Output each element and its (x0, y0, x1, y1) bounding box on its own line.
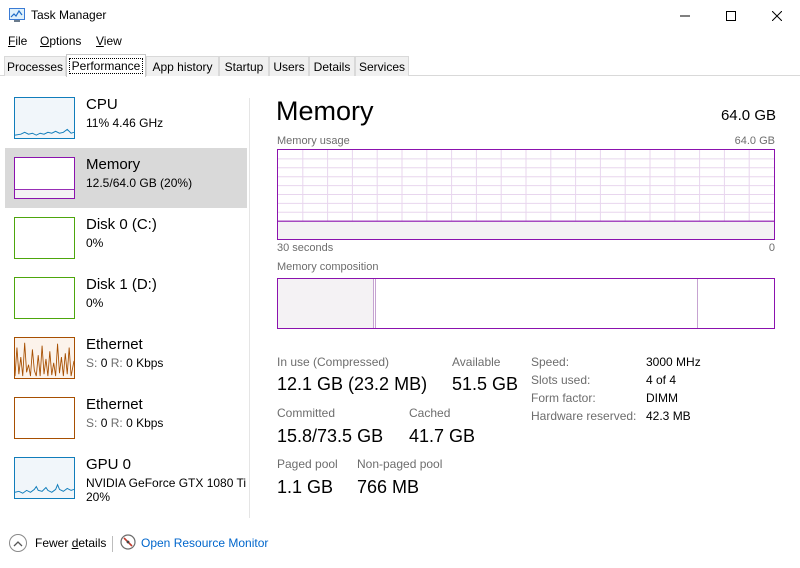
memory-usage-svg (278, 150, 774, 239)
sidebar-item-sub: NVIDIA GeForce GTX 1080 Ti (86, 476, 247, 490)
in-use-value: 12.1 GB (23.2 MB) (277, 374, 428, 394)
window-title: Task Manager (31, 8, 107, 22)
usage-fill (278, 221, 774, 239)
sidebar-item-sub: 12.5/64.0 GB (20%) (86, 176, 193, 190)
fewer-details-toggle[interactable] (9, 534, 27, 552)
tab-performance[interactable]: Performance (66, 54, 146, 77)
spec-hw-reserved-label: Hardware reserved: (531, 409, 637, 423)
close-button[interactable] (754, 0, 800, 31)
ethernet2-thumbnail-graph (14, 397, 75, 439)
sidebar-item-name: CPU (86, 96, 118, 113)
sidebar-item-sub: S: 0 R: 0 Kbps (86, 416, 164, 430)
gpu0-thumbnail-graph (14, 457, 75, 499)
footer: Fewer details Open Resource Monitor (0, 528, 800, 560)
minimize-button[interactable] (662, 0, 708, 31)
memory-usage-label: Memory usage (277, 135, 350, 147)
sidebar-item-sub: 0% (86, 236, 104, 250)
chevron-up-icon (13, 540, 23, 546)
sidebar-item-name: Ethernet (86, 396, 143, 413)
sidebar-item-name: Memory (86, 156, 141, 173)
minimize-icon (680, 15, 690, 16)
fewer-details-button[interactable]: Fewer details (35, 536, 106, 550)
sidebar-item-name: Ethernet (86, 336, 143, 353)
time-axis-right: 0 (768, 242, 775, 254)
memory-thumbnail-graph (14, 157, 75, 199)
cpu-thumbnail-graph (14, 97, 75, 139)
in-use-label: In use (Compressed) (277, 355, 390, 369)
sidebar-item-sub: 0% (86, 296, 104, 310)
sidebar-item-sub2: 20% (86, 490, 111, 504)
spec-slots-value: 4 of 4 (646, 373, 677, 387)
non-paged-pool-value: 766 MB (357, 477, 420, 497)
ethernet1-thumbnail-graph (14, 337, 75, 379)
spec-hw-reserved-value: 42.3 MB (646, 409, 691, 423)
memory-usage-graph (277, 149, 775, 240)
menu-file[interactable]: File (8, 34, 27, 48)
sidebar-item-disk0[interactable]: Disk 0 (C:) 0% (5, 208, 247, 268)
committed-value: 15.8/73.5 GB (277, 426, 384, 446)
cached-value: 41.7 GB (409, 426, 476, 446)
memory-total: 64.0 GB (720, 107, 776, 124)
disk0-thumbnail-graph (14, 217, 75, 259)
spec-speed-label: Speed: (531, 355, 570, 369)
paged-pool-value: 1.1 GB (277, 477, 334, 497)
memory-usage-max: 64.0 GB (734, 135, 775, 147)
memory-composition-label: Memory composition (277, 261, 379, 273)
tab-users[interactable]: Users (269, 56, 309, 76)
committed-label: Committed (277, 406, 336, 420)
tab-app-history[interactable]: App history (146, 56, 219, 76)
tab-bar: Processes Performance App history Startu… (0, 52, 800, 77)
cached-label: Cached (409, 406, 451, 420)
available-label: Available (452, 355, 501, 369)
composition-in-use (278, 279, 374, 328)
menu-options[interactable]: Options (40, 34, 81, 48)
maximize-button[interactable] (708, 0, 754, 31)
tab-startup[interactable]: Startup (219, 56, 269, 76)
close-icon (772, 10, 782, 21)
composition-standby-end (697, 279, 698, 328)
sidebar-item-sub: 11% 4.46 GHz (86, 116, 164, 130)
non-paged-pool-label: Non-paged pool (357, 457, 443, 471)
menu-bar: File Options View (0, 31, 800, 51)
memory-panel: Memory 64.0 GB Memory usage 64.0 GB 30 s… (276, 88, 776, 518)
tab-processes[interactable]: Processes (4, 56, 66, 76)
sidebar-item-sub: S: 0 R: 0 Kbps (86, 356, 164, 370)
spec-slots-label: Slots used: (531, 373, 591, 387)
page-title: Memory (276, 96, 374, 126)
sidebar: CPU 11% 4.46 GHz Memory 12.5/64.0 GB (20… (0, 88, 250, 518)
resource-monitor-icon (120, 534, 136, 550)
sidebar-item-cpu[interactable]: CPU 11% 4.46 GHz (5, 88, 247, 148)
sidebar-item-name: Disk 1 (D:) (86, 276, 157, 293)
time-axis-left: 30 seconds (277, 242, 334, 254)
sidebar-item-ethernet-1[interactable]: Ethernet S: 0 R: 0 Kbps (5, 328, 247, 388)
title-bar: Task Manager (0, 0, 800, 31)
spec-form-factor-label: Form factor: (531, 391, 596, 405)
spec-form-factor-value: DIMM (646, 391, 678, 405)
task-manager-icon (9, 8, 25, 22)
open-resource-monitor-link[interactable]: Open Resource Monitor (141, 536, 268, 550)
footer-separator (112, 536, 113, 552)
available-value: 51.5 GB (452, 374, 519, 394)
memory-composition-bar (277, 278, 775, 329)
tab-services[interactable]: Services (355, 56, 409, 76)
sidebar-item-gpu0[interactable]: GPU 0 NVIDIA GeForce GTX 1080 Ti 20% (5, 448, 247, 508)
composition-modified (375, 279, 376, 328)
spec-speed-value: 3000 MHz (646, 355, 701, 369)
tab-details[interactable]: Details (309, 56, 355, 76)
disk1-thumbnail-graph (14, 277, 75, 319)
sidebar-item-ethernet-2[interactable]: Ethernet S: 0 R: 0 Kbps (5, 388, 247, 448)
sidebar-item-memory[interactable]: Memory 12.5/64.0 GB (20%) (5, 148, 247, 208)
paged-pool-label: Paged pool (277, 457, 338, 471)
sidebar-item-name: GPU 0 (86, 456, 132, 473)
menu-view[interactable]: View (96, 34, 122, 48)
sidebar-item-disk1[interactable]: Disk 1 (D:) 0% (5, 268, 247, 328)
maximize-icon (726, 10, 736, 21)
sidebar-item-name: Disk 0 (C:) (86, 216, 157, 233)
